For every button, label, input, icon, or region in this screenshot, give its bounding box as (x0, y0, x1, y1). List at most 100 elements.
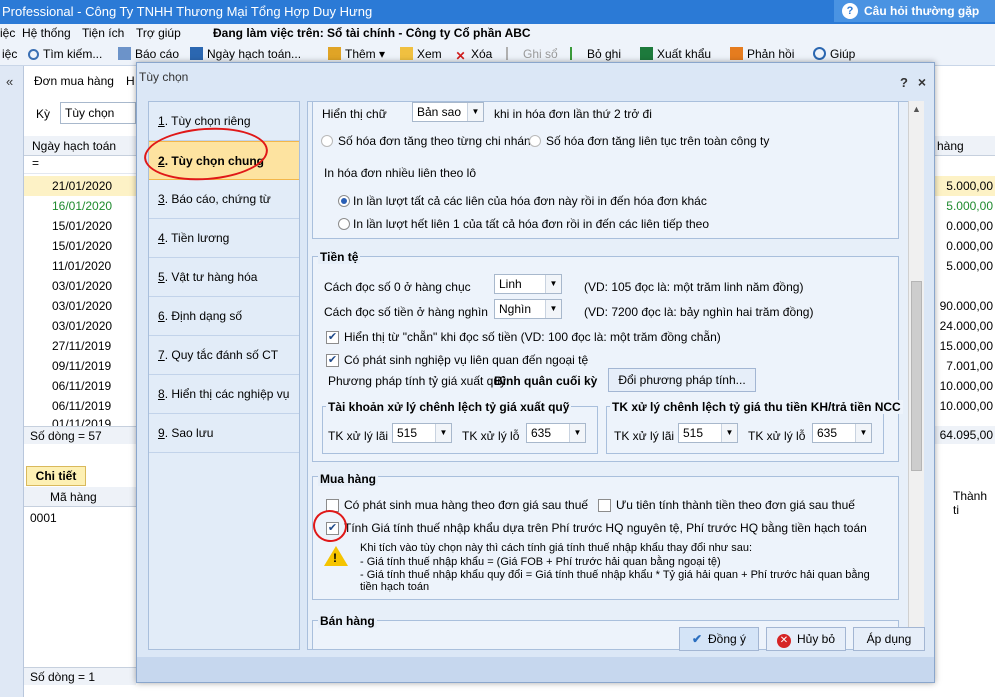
tab-detail[interactable]: Chi tiết (26, 466, 86, 486)
table-cell: 5.000,00 (935, 176, 995, 196)
table-row[interactable]: 09/11/2019 (24, 356, 136, 376)
tab-purchase-order[interactable]: Đơn mua hàng (34, 74, 114, 88)
table-row[interactable]: 06/11/2019 (24, 376, 136, 396)
list-item[interactable]: 0001 (30, 511, 57, 525)
collapse-panel[interactable]: « (0, 66, 24, 697)
posting-date-column-header[interactable]: Ngày hạch toán (24, 136, 136, 156)
posting-date-button[interactable]: Ngày hạch toán... (190, 47, 301, 61)
multi-copy-label: In hóa đơn nhiều liên theo lô (324, 166, 476, 180)
line-amount-column-header[interactable]: Thành ti (935, 486, 995, 517)
options-content: Hiển thị chữ Bản sao ▼ khi in hóa đơn lầ… (307, 101, 916, 650)
nav-item-backup[interactable]: 9. Sao lưu (149, 414, 299, 453)
collapse-chevron-icon[interactable]: « (6, 74, 13, 89)
dialog-footer (137, 657, 934, 682)
chevron-down-icon: ▼ (545, 300, 561, 318)
fx-cash-loss-select[interactable]: 635 ▼ (526, 423, 586, 443)
company-number-label: Số hóa đơn tăng liên tục trên toàn công … (546, 134, 770, 148)
company-number-radio[interactable] (529, 135, 541, 147)
menu-item-work[interactable]: iệc (0, 26, 15, 40)
table-row[interactable]: 01/11/2019 (24, 414, 136, 426)
chevron-down-icon: ▼ (721, 424, 737, 442)
scroll-up-icon[interactable]: ▲ (912, 104, 921, 114)
zero-tens-select[interactable]: Linh ▼ (494, 274, 562, 294)
cancel-button[interactable]: ✕ Hủy bỏ (766, 627, 846, 651)
toolbar-fragment: iệc (2, 47, 18, 61)
post-icon (506, 47, 519, 60)
show-text-label: Hiển thị chữ (322, 107, 387, 121)
search-icon (28, 49, 39, 60)
report-label: Báo cáo (135, 47, 180, 61)
table-cell: 10.000,00 (939, 379, 993, 393)
faq-button[interactable]: ? Câu hỏi thường gặp (834, 0, 995, 22)
print-all-copies-radio[interactable] (338, 195, 350, 207)
rate-method-label: Phương pháp tính tỷ giá xuất quỹ: (328, 374, 510, 388)
export-button[interactable]: Xuất khẩu (640, 47, 711, 61)
feedback-button[interactable]: Phản hồi (730, 47, 794, 61)
dialog-title-bar[interactable]: Tùy chọn ? × (137, 63, 934, 91)
grid-filter-row[interactable]: = (24, 156, 136, 174)
branch-number-radio[interactable] (321, 135, 333, 147)
foreign-currency-checkbox[interactable]: ✔ (326, 354, 339, 367)
show-text-select[interactable]: Bản sao ▼ (412, 102, 484, 122)
ok-button[interactable]: ✔ Đồng ý (679, 627, 759, 651)
table-row[interactable]: 06/11/2019 (24, 396, 136, 416)
help-button[interactable]: Giúp (813, 47, 855, 61)
search-button[interactable]: Tìm kiếm... (28, 47, 102, 61)
view-label: Xem (417, 47, 442, 61)
period-select[interactable]: Tùy chọn (60, 102, 136, 124)
purchase-title: Mua hàng (318, 472, 378, 486)
unpost-button[interactable]: Bỏ ghi (570, 47, 621, 61)
table-row[interactable]: 27/11/2019 (24, 336, 136, 356)
table-row[interactable]: 03/01/2020 (24, 316, 136, 336)
priority-after-tax-checkbox[interactable] (598, 499, 611, 512)
report-button[interactable]: Báo cáo (118, 47, 179, 61)
scroll-thumb[interactable] (911, 281, 922, 471)
import-note-line3: - Giá tính thuế nhập khẩu quy đổi = Giá … (360, 569, 870, 581)
nav-item-show-operations[interactable]: 8. Hiển thị các nghiệp vụ (149, 375, 299, 414)
nav-item-inventory[interactable]: 5. Vật tư hàng hóa (149, 258, 299, 297)
dialog-help-icon[interactable]: ? (900, 69, 908, 97)
view-button[interactable]: Xem (400, 47, 442, 61)
post-button[interactable]: Ghi sổ (506, 47, 558, 61)
unpost-label: Bỏ ghi (587, 47, 622, 61)
table-cell: 5.000,00 (946, 259, 993, 273)
table-row[interactable]: 03/01/2020 (24, 276, 136, 296)
chevron-down-icon: ▼ (569, 424, 585, 442)
table-row[interactable]: 11/01/2020 (24, 256, 136, 276)
fx-customer-loss-select[interactable]: 635 ▼ (812, 423, 872, 443)
nav-num: 7 (158, 348, 165, 362)
show-chan-checkbox[interactable]: ✔ (326, 331, 339, 344)
nav-num: 1 (158, 114, 165, 128)
nav-item-reports[interactable]: 3. Báo cáo, chứng từ (149, 180, 299, 219)
add-button[interactable]: Thêm ▾ (328, 47, 385, 61)
apply-button[interactable]: Áp dụng (853, 627, 925, 651)
nav-label: . Tùy chọn riêng (164, 114, 251, 128)
import-note-line4: tiền hạch toán (360, 581, 430, 593)
options-scrollbar[interactable]: ▲ ▼ (908, 101, 924, 650)
table-row[interactable]: 16/01/2020 (24, 196, 136, 216)
table-row[interactable]: 03/01/2020 (24, 296, 136, 316)
table-row[interactable]: 15/01/2020 (24, 236, 136, 256)
change-method-button[interactable]: Đổi phương pháp tính... (608, 368, 756, 392)
amount-column-header[interactable]: hàng (935, 136, 995, 156)
fx-customer-gain-select[interactable]: 515 ▼ (678, 423, 738, 443)
thousands-select[interactable]: Nghìn ▼ (494, 299, 562, 319)
nav-item-numbering-rules[interactable]: 7. Quy tắc đánh số CT (149, 336, 299, 375)
fx-cash-gain-select[interactable]: 515 ▼ (392, 423, 452, 443)
app-title: Professional - Công Ty TNHH Thương Mại T… (2, 4, 373, 19)
print-copy-one-radio[interactable] (338, 218, 350, 230)
item-code-column-header[interactable]: Mã hàng (24, 487, 136, 507)
table-row[interactable]: 15/01/2020 (24, 216, 136, 236)
delete-button[interactable]: ✕ Xóa (454, 47, 492, 63)
fx-customer-title: TK xử lý chênh lệch tỷ giá thu tiền KH/t… (610, 400, 903, 414)
menu-item-help[interactable]: Trợ giúp (136, 26, 181, 40)
menu-item-utilities[interactable]: Tiện ích (82, 26, 124, 40)
tab-other[interactable]: H (126, 74, 135, 88)
table-row[interactable]: 21/01/2020 (24, 176, 136, 196)
fx-cash-loss-value: 635 (531, 426, 552, 440)
menu-item-system[interactable]: Hệ thống (22, 26, 71, 40)
nav-item-payroll[interactable]: 4. Tiền lương (149, 219, 299, 258)
dialog-close-icon[interactable]: × (918, 68, 926, 96)
nav-label: . Vật tư hàng hóa (164, 270, 258, 284)
nav-item-number-format[interactable]: 6. Định dạng số (149, 297, 299, 336)
